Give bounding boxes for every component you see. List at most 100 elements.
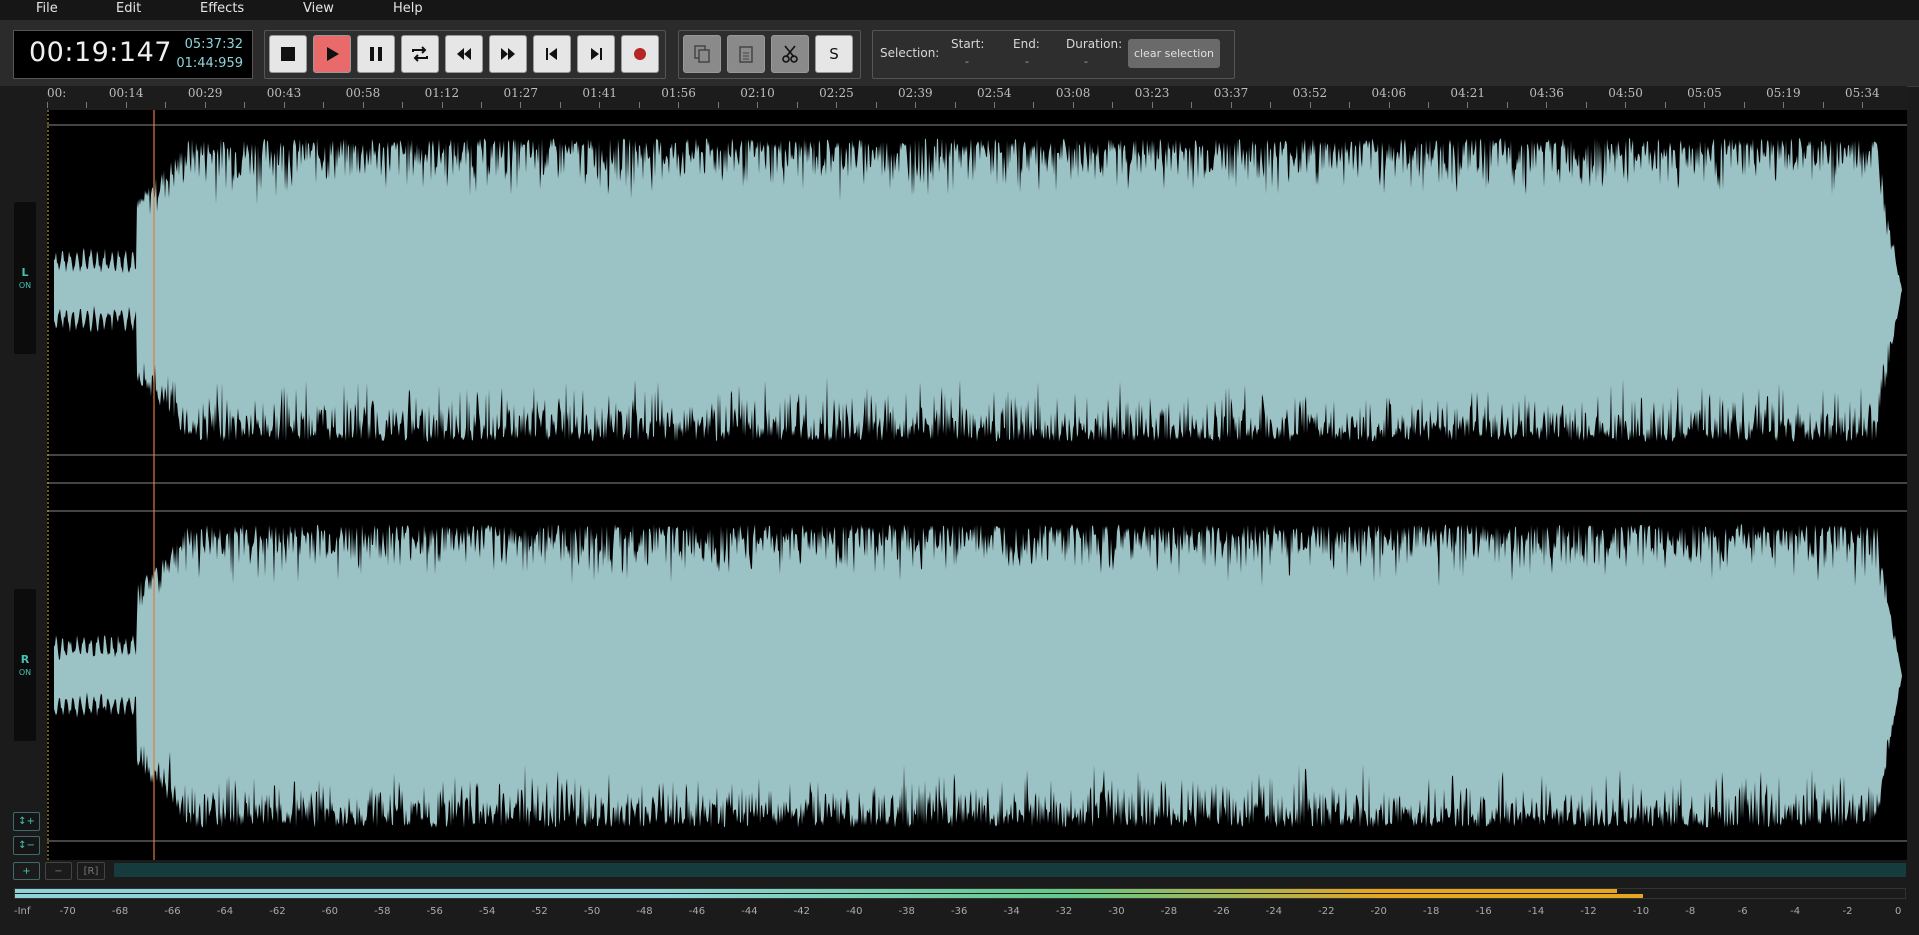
play-icon — [327, 47, 339, 61]
timeline-label: 03:37 — [1213, 86, 1249, 100]
menu-file[interactable]: File — [36, 1, 58, 16]
paste-button[interactable] — [727, 35, 765, 73]
timeline-tick — [796, 102, 798, 108]
menu-help[interactable]: Help — [393, 1, 423, 16]
meter-scale-label: -36 — [951, 906, 968, 917]
meter-scale-label: -Inf — [14, 906, 31, 917]
edit-tools: S — [678, 30, 861, 79]
pause-icon — [370, 47, 382, 61]
meter-scale-label: -24 — [1265, 906, 1282, 917]
timeline-tick — [402, 102, 404, 108]
waveform-path — [54, 138, 1903, 442]
vertical-zoom-out-button[interactable]: ↕− — [13, 836, 40, 855]
timeline-tick — [1625, 102, 1627, 108]
timeline-tick — [993, 102, 995, 108]
menu-effects[interactable]: Effects — [200, 1, 244, 16]
meter-scale-label: -58 — [374, 906, 391, 917]
timeline-tick — [1112, 102, 1114, 108]
meter-scale-label: -70 — [59, 906, 76, 917]
timeline-tick — [125, 102, 127, 108]
menu-view[interactable]: View — [303, 1, 334, 16]
timeline-label: 03:23 — [1134, 86, 1170, 100]
horizontal-zoom-in-button[interactable]: + — [13, 862, 40, 880]
transport-controls — [264, 30, 666, 79]
secondary-time: 01:44:959 — [176, 56, 243, 71]
channel-left-label: L — [21, 266, 29, 279]
timeline-label: 02:39 — [898, 86, 933, 100]
record-button[interactable] — [621, 35, 659, 73]
meter-scale-label: -4 — [1790, 906, 1801, 917]
loop-button[interactable] — [401, 35, 439, 73]
timeline-label: 04:36 — [1529, 86, 1564, 100]
timeline-tick — [1033, 102, 1035, 108]
timeline-tick — [1743, 102, 1745, 108]
meter-scale-label: -34 — [1003, 906, 1020, 917]
play-button[interactable] — [313, 35, 351, 73]
meter-scale-label: -26 — [1213, 906, 1230, 917]
timeline-tick — [1072, 102, 1074, 108]
meter-scale-label: -54 — [479, 906, 496, 917]
waveform-area[interactable] — [47, 110, 1907, 860]
fast-forward-button[interactable] — [489, 35, 527, 73]
copy-icon — [694, 45, 710, 63]
timeline-tick — [1388, 102, 1390, 108]
meter-scale-label: -38 — [898, 906, 915, 917]
timeline-tick — [1309, 102, 1311, 108]
meter-scale-label: -52 — [531, 906, 548, 917]
vertical-zoom-in-button[interactable]: ↕+ — [13, 812, 40, 831]
timeline-label: 00:58 — [345, 86, 381, 100]
timeline-label: 02:10 — [740, 86, 775, 100]
skip-to-start-button[interactable] — [533, 35, 571, 73]
timeline-label: 03:52 — [1292, 86, 1328, 100]
waveform-canvas — [47, 110, 1907, 860]
timeline-label: 00: — [47, 86, 67, 100]
menu-bar: File Edit Effects View Help — [0, 0, 1919, 20]
meter-scale-label: -60 — [321, 906, 338, 917]
timeline-label: 00:29 — [187, 86, 223, 100]
timeline-tick — [836, 102, 838, 108]
meter-scale-label: -48 — [636, 906, 653, 917]
timeline-tick — [165, 102, 167, 108]
meter-scale-label: -30 — [1108, 906, 1125, 917]
menu-edit[interactable]: Edit — [116, 1, 141, 16]
horizontal-zoom-out-button[interactable]: − — [45, 862, 72, 880]
meter-scale-label: -16 — [1475, 906, 1492, 917]
rewind-button[interactable] — [445, 35, 483, 73]
timeline-tick — [323, 102, 325, 108]
stop-icon — [281, 47, 295, 61]
timeline-label: 01:27 — [503, 86, 539, 100]
selection-duration-label: Duration: — [1066, 37, 1123, 51]
clear-selection-button[interactable]: clear selection — [1128, 39, 1220, 68]
meter-scale-label: -68 — [111, 906, 129, 917]
channel-left-toggle[interactable]: L ON — [14, 202, 36, 354]
timeline-label: 01:41 — [582, 86, 617, 100]
silence-button[interactable]: S — [815, 35, 853, 73]
meter-scale-label: -10 — [1632, 906, 1650, 917]
timeline-label: 05:05 — [1687, 86, 1722, 100]
total-duration: 05:37:32 — [184, 37, 243, 52]
timeline-ruler[interactable]: 00: 00:14 00:29 00:43 00:58 01:12 01:27 01:41 01… — [47, 86, 1907, 110]
meter-scale-label: -20 — [1370, 906, 1387, 917]
cut-button[interactable] — [771, 35, 809, 73]
horizontal-scrollbar[interactable] — [114, 863, 1906, 877]
timeline-tick — [1822, 102, 1824, 108]
pause-button[interactable] — [357, 35, 395, 73]
timeline-label: 05:19 — [1766, 86, 1801, 100]
meter-track — [14, 888, 1906, 899]
skip-to-end-button[interactable] — [577, 35, 615, 73]
paste-icon — [739, 46, 753, 63]
timeline-label: 05:34 — [1845, 86, 1880, 100]
timeline-tick — [638, 102, 640, 108]
meter-scale-label: -32 — [1055, 906, 1073, 917]
channel-right-label: R — [20, 653, 30, 666]
channel-right-toggle[interactable]: R ON — [14, 589, 36, 741]
timeline-tick — [1191, 102, 1193, 108]
stop-button[interactable] — [269, 35, 307, 73]
timeline-tick — [204, 102, 206, 108]
timeline-tick — [1862, 102, 1863, 108]
zoom-reset-button[interactable]: [R] — [77, 862, 105, 880]
copy-button[interactable] — [683, 35, 721, 73]
timeline-tick — [1151, 102, 1153, 108]
timeline-tick — [244, 102, 246, 108]
timeline-tick — [954, 102, 956, 108]
